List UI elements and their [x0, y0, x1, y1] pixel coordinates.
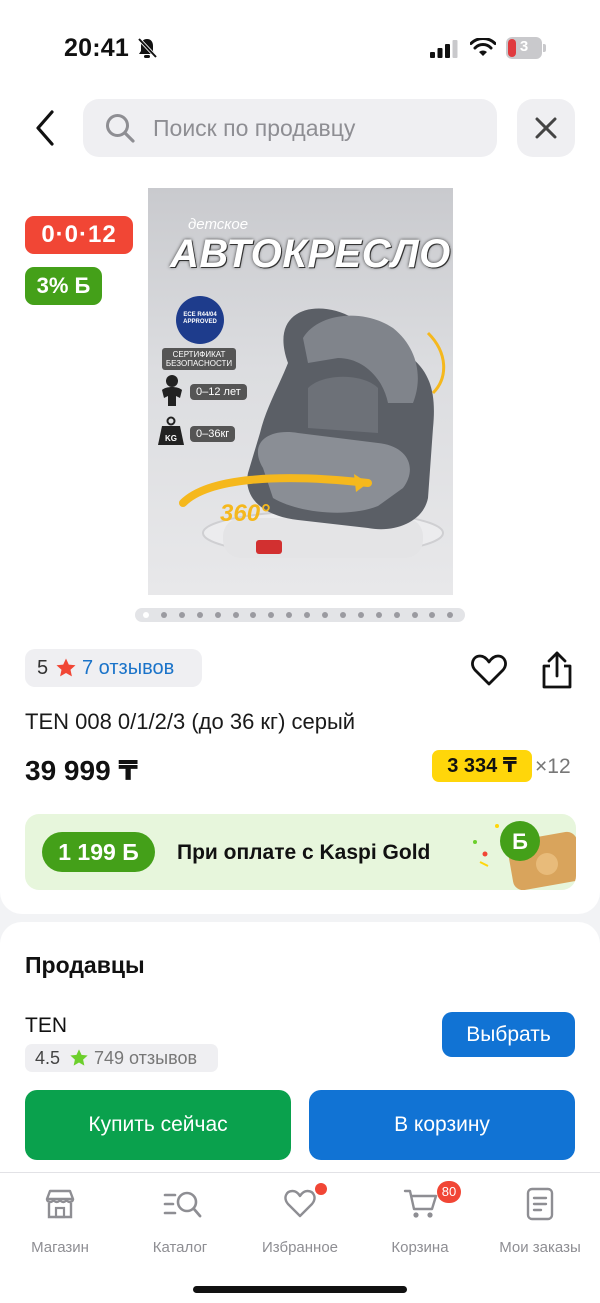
safety-certificate-label: СЕРТИФИКАТ БЕЗОПАСНОСТИ [162, 348, 236, 370]
nav-item-catalog[interactable]: Каталог [125, 1183, 235, 1263]
svg-text:Б: Б [512, 829, 528, 854]
heart-icon [284, 1189, 316, 1218]
ece-badge-text: ECE R44/04 APPROVED [183, 312, 217, 325]
age-range-label: 0–12 лет [190, 384, 247, 400]
installment-badge: 0·0·12 [25, 216, 133, 254]
nav-label-orders: Мои заказы [499, 1239, 581, 1256]
rating-value: 5 [37, 657, 49, 679]
gold-banner-text: При оплате с Kaspi Gold [177, 841, 431, 864]
nav-label-catalog: Каталог [152, 1239, 208, 1256]
gallery-dot[interactable] [214, 612, 221, 618]
cart-icon [403, 1189, 438, 1218]
gallery-dot[interactable] [196, 612, 203, 618]
weight-range-label: 0–36кг [190, 426, 236, 442]
rating-summary[interactable]: 5 7 отзывов [25, 649, 202, 687]
gallery-pagination[interactable] [135, 608, 465, 622]
gallery-dot[interactable] [429, 612, 436, 618]
gallery-dot[interactable] [160, 612, 167, 618]
installment-multiplier: ×12 [535, 755, 571, 778]
star-icon [56, 658, 76, 677]
rotation-label: 360° [220, 500, 270, 527]
child-icon [162, 375, 182, 406]
product-name: TEN 008 0/1/2/3 (до 36 кг) серый [25, 709, 356, 734]
nav-item-cart[interactable]: 80 Корзина [365, 1181, 475, 1263]
monthly-payment-badge[interactable]: 3 334 ₸ [432, 750, 532, 782]
nav-item-favorites[interactable]: Избранное [245, 1183, 355, 1263]
ece-approved-badge: ECE R44/04 APPROVED [176, 296, 224, 344]
weight-icon-label: KG [165, 434, 177, 443]
buy-now-button[interactable]: Купить сейчас [25, 1090, 291, 1160]
cart-count-badge: 80 [437, 1181, 461, 1203]
gallery-dot[interactable] [375, 612, 382, 618]
gallery-dot[interactable] [304, 612, 311, 618]
seller-rating[interactable]: 4.5 749 отзывов [25, 1044, 218, 1072]
favorites-notification-dot [315, 1183, 327, 1195]
gallery-dot[interactable] [250, 612, 257, 618]
seller-name[interactable]: TEN [25, 1014, 67, 1038]
back-chevron-icon[interactable] [28, 106, 64, 150]
reviews-link[interactable]: 7 отзывов [82, 657, 174, 680]
star-icon [70, 1049, 88, 1066]
gallery-dot[interactable] [143, 612, 149, 618]
gallery-dot[interactable] [357, 612, 364, 618]
product-image[interactable]: детское АВТОКРЕСЛО ECE R44/04 APPROVED С… [148, 188, 453, 595]
nav-label-favorites: Избранное [261, 1239, 339, 1256]
nav-item-orders[interactable]: Мои заказы [485, 1183, 595, 1263]
search-icon [106, 114, 135, 143]
share-icon[interactable] [538, 650, 576, 690]
gallery-dot[interactable] [393, 612, 400, 618]
gallery-dot[interactable] [322, 612, 328, 618]
favorite-heart-icon[interactable] [470, 652, 508, 688]
bonus-badge: 3% Б [25, 267, 102, 305]
battery-level: 3 [519, 38, 529, 55]
kaspi-gold-banner[interactable]: 1 199 Б При оплате с Kaspi Gold Б [25, 814, 576, 890]
seller-search-input[interactable]: Поиск по продавцу [83, 99, 497, 157]
store-icon [45, 1189, 75, 1219]
catalog-search-icon [163, 1191, 202, 1218]
search-placeholder: Поиск по продавцу [153, 115, 356, 141]
gallery-dot[interactable] [286, 612, 293, 618]
status-bar: 20:41 3 [0, 0, 600, 92]
gold-bonus-pill: 1 199 Б [42, 832, 155, 872]
nav-item-shop[interactable]: Магазин [5, 1183, 115, 1263]
weight-icon: KG [158, 416, 184, 445]
gallery-dot[interactable] [178, 612, 185, 618]
nav-label-cart: Корзина [391, 1239, 449, 1256]
status-time: 20:41 [64, 34, 129, 62]
product-price: 39 999 ₸ [25, 755, 138, 786]
kaspi-gold-card-icon: Б [473, 821, 576, 890]
product-card: Поиск по продавцу 0·0·12 3% Б детское АВ… [0, 92, 600, 914]
image-title: АВТОКРЕСЛО [170, 232, 451, 276]
gallery-dot[interactable] [339, 612, 346, 618]
sellers-title: Продавцы [25, 952, 145, 978]
seller-rating-value: 4.5 [35, 1048, 61, 1068]
close-button[interactable] [517, 99, 575, 157]
bottom-navigation: Магазин Каталог Избранное 80 Корзина Мои… [0, 1172, 600, 1303]
orders-icon [526, 1187, 554, 1221]
gallery-dot[interactable] [411, 612, 418, 618]
gallery-dot[interactable] [232, 612, 239, 618]
sellers-section: Продавцы TEN 4.5 749 отзывов Выбрать Куп… [0, 922, 600, 1182]
select-seller-button[interactable]: Выбрать [442, 1012, 575, 1057]
add-to-cart-button[interactable]: В корзину [309, 1090, 575, 1160]
image-kid-label: детское [188, 216, 249, 233]
bell-muted-icon [137, 37, 158, 59]
gallery-dot[interactable] [268, 612, 275, 618]
nav-label-shop: Магазин [31, 1239, 89, 1256]
gallery-dot[interactable] [447, 612, 454, 618]
wifi-icon [470, 38, 496, 56]
close-icon [535, 117, 557, 139]
battery-indicator: 3 [506, 37, 546, 59]
seller-reviews-count: 749 отзывов [94, 1048, 198, 1068]
signal-icon [430, 40, 458, 58]
home-indicator[interactable] [193, 1286, 407, 1293]
